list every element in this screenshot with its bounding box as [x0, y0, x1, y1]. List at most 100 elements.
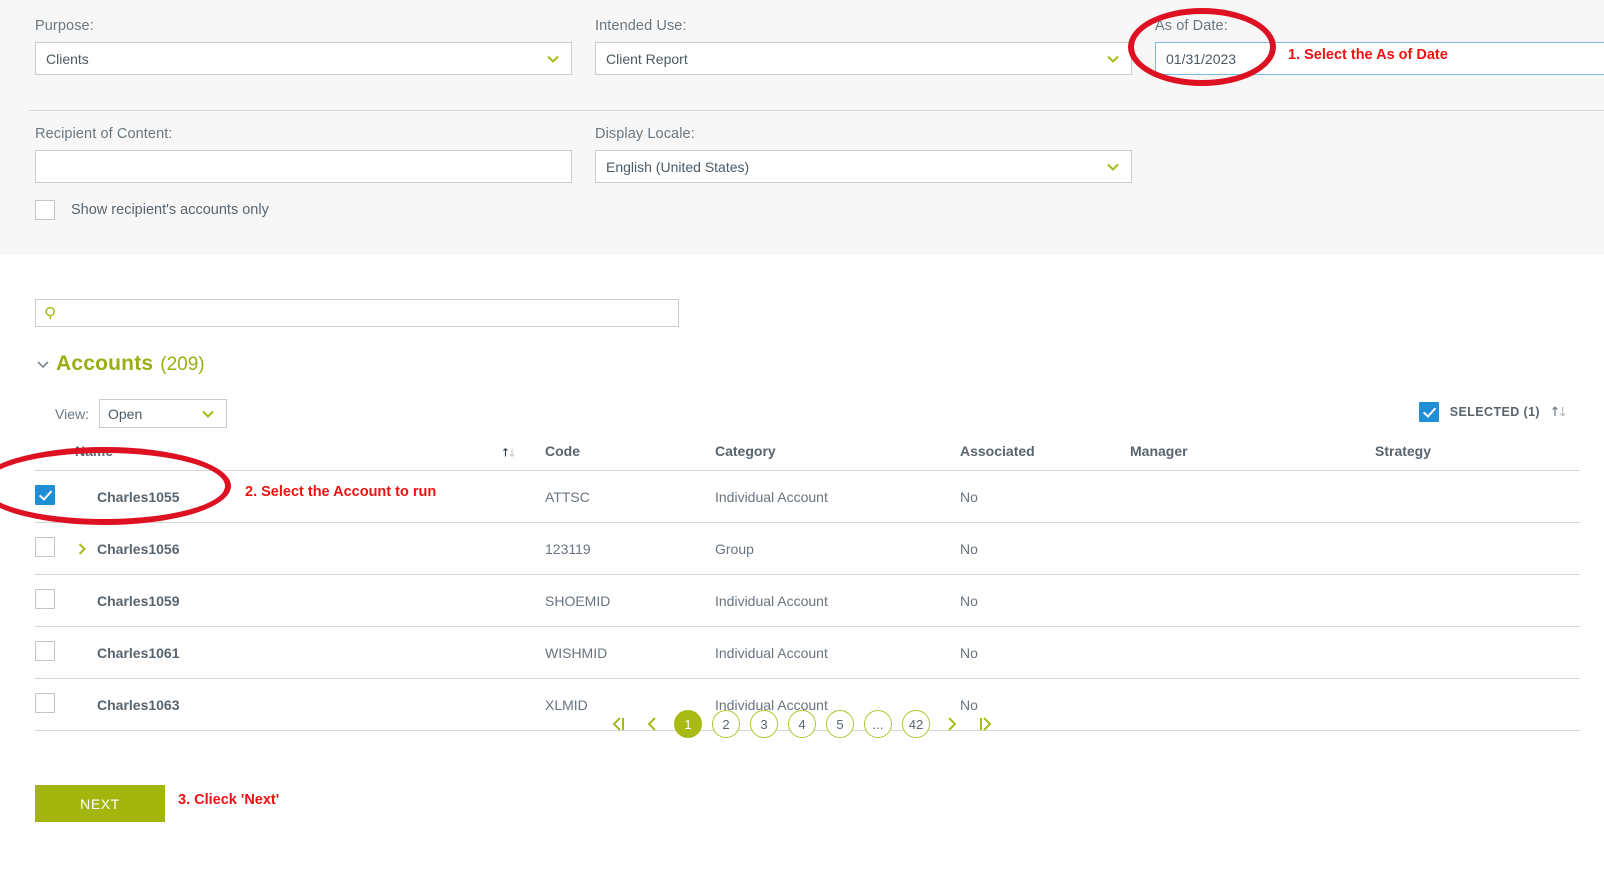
column-header-manager[interactable]: Manager [1130, 443, 1375, 471]
cell-category: Group [715, 522, 960, 575]
row-checkbox[interactable] [35, 537, 55, 557]
page-button-5[interactable]: 5 [826, 710, 854, 738]
cell-category: Individual Account [715, 574, 960, 627]
intended-use-value: Client Report [606, 50, 688, 67]
column-header-code[interactable]: Code [545, 443, 715, 471]
cell-name: Charles1059 [75, 574, 545, 627]
cell-category: Individual Account [715, 626, 960, 679]
column-header-category[interactable]: Category [715, 443, 960, 471]
cell-manager [1130, 470, 1375, 523]
recipient-input[interactable] [35, 150, 572, 183]
view-value: Open [107, 405, 143, 422]
cell-manager [1130, 522, 1375, 575]
prev-page-icon[interactable] [639, 711, 665, 737]
purpose-select[interactable]: Clients [35, 42, 572, 75]
page-button-42[interactable]: 42 [902, 710, 930, 738]
selected-checkbox[interactable] [1418, 402, 1439, 422]
cell-name: Charles1056 [75, 522, 545, 575]
table-row[interactable]: Charles1056 123119 Group No [35, 522, 1580, 575]
display-locale-field: Display Locale: English (United States) [595, 126, 1132, 183]
cell-code: WISHMID [545, 626, 715, 679]
purpose-label: Purpose: [35, 18, 94, 34]
view-filter: View: Open [55, 399, 227, 428]
cell-associated: No [960, 626, 1130, 679]
last-page-icon[interactable] [973, 711, 999, 737]
row-checkbox[interactable] [35, 589, 55, 609]
table-header-checkbox [35, 443, 75, 471]
accounts-table-body: Charles1055 ATTSC Individual Account No Char… [35, 470, 1580, 731]
sort-updown-icon[interactable] [501, 445, 517, 461]
search-icon [44, 306, 59, 321]
purpose-field: Purpose: Clients [35, 18, 572, 75]
view-select[interactable]: Open [98, 399, 227, 428]
row-checkbox[interactable] [35, 641, 55, 661]
page-button-ellipsisellipsisellipsis[interactable]: ... [864, 710, 892, 738]
selected-filter[interactable]: SELECTED (1) [1418, 402, 1568, 422]
page-button-4[interactable]: 4 [788, 710, 816, 738]
column-header-category-label: Category [715, 443, 776, 459]
cell-category: Individual Account [715, 470, 960, 523]
page-button-3[interactable]: 3 [750, 710, 778, 738]
next-button[interactable]: NEXT [35, 785, 165, 822]
column-header-manager-label: Manager [1130, 443, 1188, 459]
chevron-down-icon [1105, 51, 1121, 67]
table-header-row: Name Code Category Associated Manager St… [35, 443, 1580, 471]
search-box[interactable] [35, 299, 679, 327]
display-locale-select[interactable]: English (United States) [595, 150, 1132, 183]
row-checkbox-cell[interactable] [35, 574, 75, 627]
page-button-1[interactable]: 1 [674, 710, 702, 738]
sort-updown-icon[interactable] [1550, 403, 1568, 421]
column-header-code-label: Code [545, 443, 580, 459]
intended-use-select[interactable]: Client Report [595, 42, 1132, 75]
annotation-step-2: 2. Select the Account to run [245, 484, 437, 500]
cell-strategy [1375, 470, 1580, 523]
show-recipient-accounts-checkbox[interactable] [35, 200, 55, 220]
column-header-name[interactable]: Name [75, 443, 545, 471]
row-checkbox-cell[interactable] [35, 470, 75, 523]
pagination: 1 2 3 4 5... 42 [0, 710, 1604, 738]
display-locale-label: Display Locale: [595, 126, 695, 142]
cell-associated: No [960, 574, 1130, 627]
chevron-down-icon [1105, 159, 1121, 175]
account-name: Charles1055 [97, 488, 180, 505]
recipient-label: Recipient of Content: [35, 126, 173, 142]
accounts-section-header[interactable]: Accounts (209) [35, 352, 205, 376]
chevron-down-icon[interactable] [35, 356, 51, 372]
chevron-down-icon [545, 51, 561, 67]
column-header-strategy-label: Strategy [1375, 443, 1432, 459]
chevron-right-icon[interactable] [75, 542, 89, 556]
show-recipient-accounts-row[interactable]: Show recipient's accounts only [35, 200, 269, 220]
table-row[interactable]: Charles1061 WISHMID Individual Account No [35, 626, 1580, 679]
row-checkbox-cell[interactable] [35, 626, 75, 679]
account-name: Charles1059 [97, 592, 180, 609]
cell-name: Charles1061 [75, 626, 545, 679]
cell-strategy [1375, 522, 1580, 575]
column-header-associated[interactable]: Associated [960, 443, 1130, 471]
next-page-icon[interactable] [939, 711, 965, 737]
annotation-step-3: 3. Clieck 'Next' [178, 792, 280, 808]
panel-divider [28, 110, 1604, 111]
chevron-down-icon [200, 406, 216, 422]
intended-use-label: Intended Use: [595, 18, 687, 34]
display-locale-value: English (United States) [606, 158, 750, 175]
annotation-step-1: 1. Select the As of Date [1288, 47, 1448, 63]
cell-strategy [1375, 574, 1580, 627]
cell-manager [1130, 626, 1375, 679]
page-button-2[interactable]: 2 [712, 710, 740, 738]
table-row[interactable]: Charles1059 SHOEMID Individual Account No [35, 574, 1580, 627]
column-header-associated-label: Associated [960, 443, 1035, 459]
first-page-icon[interactable] [605, 711, 631, 737]
row-checkbox[interactable] [35, 485, 55, 505]
cell-strategy [1375, 626, 1580, 679]
cell-associated: No [960, 470, 1130, 523]
cell-code: ATTSC [545, 470, 715, 523]
cell-associated: No [960, 522, 1130, 575]
purpose-value: Clients [46, 50, 89, 67]
row-checkbox-cell[interactable] [35, 522, 75, 575]
page-title: Accounts [56, 352, 154, 375]
criteria-panel: Purpose: Clients Intended Use: Client Re… [0, 0, 1604, 255]
column-header-strategy[interactable]: Strategy [1375, 443, 1580, 471]
as-of-date-value: 01/31/2023 [1166, 50, 1237, 67]
accounts-count: (209) [160, 354, 205, 375]
search-input[interactable] [65, 304, 670, 322]
